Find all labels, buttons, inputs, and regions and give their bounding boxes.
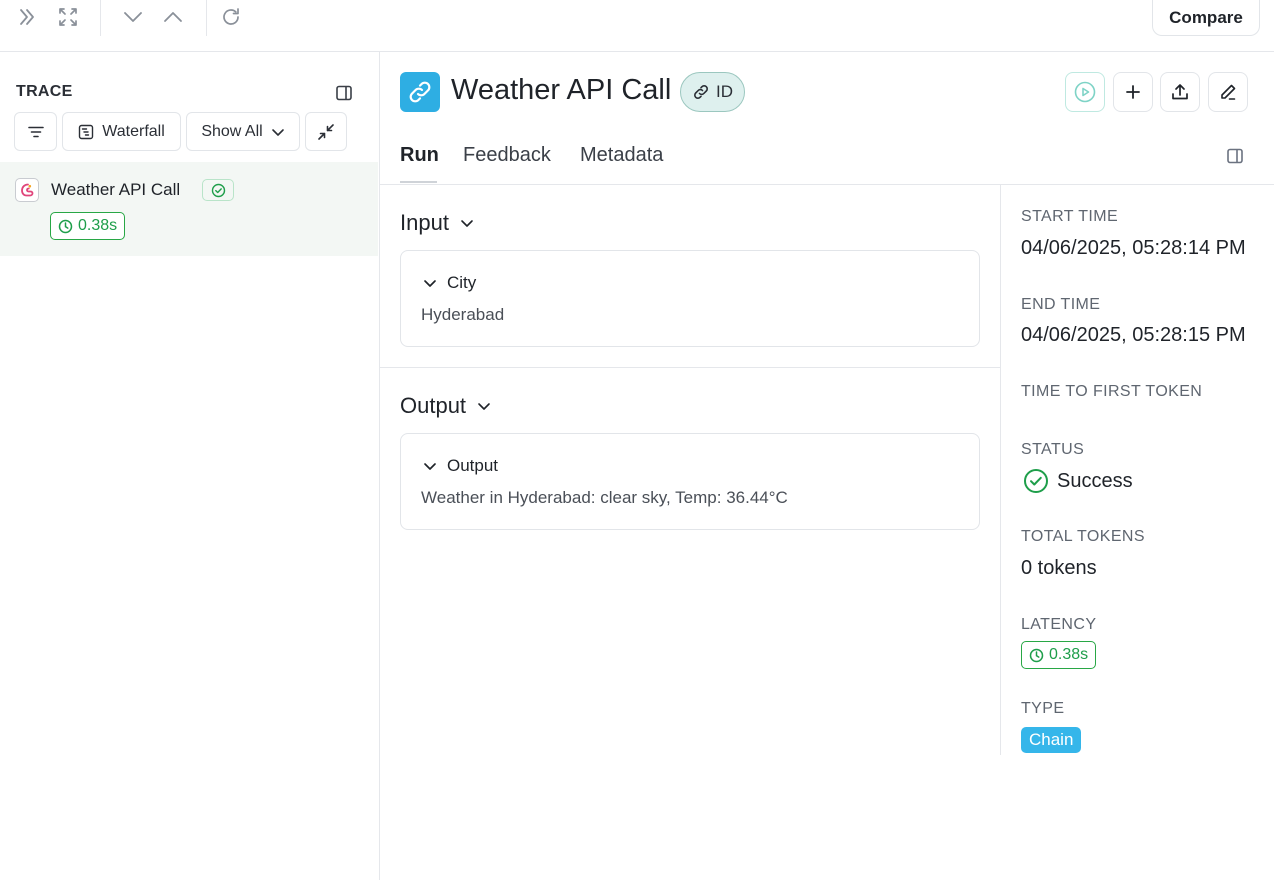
top-toolbar: Compare xyxy=(0,0,1274,52)
latency-badge: 0.38s xyxy=(50,212,126,240)
chevron-up-icon[interactable] xyxy=(160,4,186,30)
panel-toggle-icon[interactable] xyxy=(333,82,355,104)
pencil-icon xyxy=(1218,82,1238,102)
type-badge: Chain xyxy=(1021,727,1082,753)
show-all-label: Show All xyxy=(201,122,263,140)
output-key: Output xyxy=(447,456,499,475)
run-detail-panel: Weather API Call ID Run Feedback Metadat… xyxy=(380,52,1274,880)
status-label: STATUS xyxy=(1021,441,1085,458)
input-key-toggle[interactable]: City xyxy=(423,273,476,293)
compare-button[interactable]: Compare xyxy=(1152,0,1260,36)
tab-metadata[interactable]: Metadata xyxy=(580,144,663,167)
trace-title: TRACE xyxy=(16,83,73,100)
input-card: City Hyderabad xyxy=(400,250,980,347)
copy-id-button[interactable]: ID xyxy=(680,72,745,112)
show-all-dropdown[interactable]: Show All xyxy=(186,112,300,151)
collapse-icon xyxy=(317,123,335,141)
waterfall-icon xyxy=(78,124,94,140)
chevron-down-icon xyxy=(271,125,285,139)
tabs-divider xyxy=(380,184,1274,185)
share-button[interactable] xyxy=(1160,72,1200,112)
section-divider xyxy=(380,367,1000,368)
link-icon xyxy=(692,83,710,101)
run-name: Weather API Call xyxy=(51,180,181,199)
chevron-down-icon xyxy=(459,215,475,231)
playground-button[interactable] xyxy=(1065,72,1105,112)
start-time-value: 04/06/2025, 05:28:14 PM xyxy=(1021,237,1246,259)
collapse-button[interactable] xyxy=(305,112,347,151)
input-value: Hyderabad xyxy=(421,305,505,324)
clock-icon xyxy=(1029,648,1044,663)
output-key-toggle[interactable]: Output xyxy=(423,456,498,476)
expand-icon[interactable] xyxy=(55,4,81,30)
add-button[interactable] xyxy=(1113,72,1153,112)
total-tokens-value: 0 tokens xyxy=(1021,557,1097,579)
latency-label: LATENCY xyxy=(1021,616,1097,633)
total-tokens-label: TOTAL TOKENS xyxy=(1021,528,1145,545)
waterfall-button[interactable]: Waterfall xyxy=(62,112,181,151)
output-value: Weather in Hyderabad: clear sky, Temp: 3… xyxy=(421,488,788,507)
details-panel-toggle-icon[interactable] xyxy=(1224,145,1246,167)
input-heading: Input xyxy=(400,210,449,235)
waterfall-label: Waterfall xyxy=(102,122,165,140)
tab-feedback[interactable]: Feedback xyxy=(463,144,551,167)
chevron-down-icon xyxy=(476,398,492,414)
tab-run[interactable]: Run xyxy=(400,144,439,167)
edit-button[interactable] xyxy=(1208,72,1248,112)
trace-run-row[interactable]: Weather API Call 0.38s xyxy=(0,162,378,256)
chevron-down-icon[interactable] xyxy=(120,4,146,30)
output-section-toggle[interactable]: Output xyxy=(400,393,492,419)
input-key: City xyxy=(447,273,477,292)
link-icon xyxy=(400,72,440,112)
page-title: Weather API Call xyxy=(451,74,672,106)
refresh-icon[interactable] xyxy=(218,4,244,30)
latency-badge: 0.38s xyxy=(1021,641,1097,669)
plus-icon xyxy=(1124,83,1142,101)
double-chevron-right-icon[interactable] xyxy=(14,4,40,30)
filter-button[interactable] xyxy=(14,112,57,151)
chevron-down-icon xyxy=(423,459,437,473)
chevron-down-icon xyxy=(423,276,437,290)
latency-value: 0.38s xyxy=(1049,646,1089,663)
status-value: Success xyxy=(1057,469,1133,492)
clock-icon xyxy=(58,219,73,234)
type-label: TYPE xyxy=(1021,700,1065,717)
upload-icon xyxy=(1170,82,1190,102)
id-label: ID xyxy=(716,82,733,101)
trace-panel: TRACE Waterfall Show All Weather API Cal… xyxy=(0,52,380,880)
ttft-label: TIME TO FIRST TOKEN xyxy=(1021,383,1203,400)
run-type-icon xyxy=(15,178,39,202)
toolbar-divider xyxy=(206,0,207,36)
active-tab-indicator xyxy=(400,181,437,183)
output-heading: Output xyxy=(400,393,467,418)
start-time-label: START TIME xyxy=(1021,208,1119,225)
end-time-value: 04/06/2025, 05:28:15 PM xyxy=(1021,324,1246,346)
play-circle-icon xyxy=(1073,80,1097,104)
toolbar-divider xyxy=(100,0,101,36)
end-time-label: END TIME xyxy=(1021,296,1101,313)
success-check-icon xyxy=(202,179,234,201)
success-check-icon xyxy=(1023,468,1049,494)
filter-icon xyxy=(27,123,45,141)
details-divider xyxy=(1000,185,1001,755)
status-value-row: Success xyxy=(1023,468,1133,494)
input-section-toggle[interactable]: Input xyxy=(400,210,475,236)
latency-value: 0.38s xyxy=(78,217,118,234)
output-card: Output Weather in Hyderabad: clear sky, … xyxy=(400,433,980,530)
